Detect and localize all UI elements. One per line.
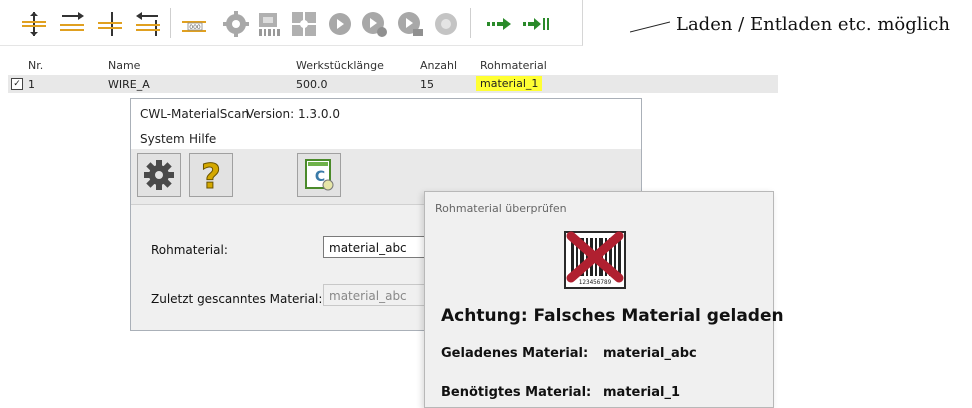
row-name: WIRE_A: [108, 78, 150, 91]
header-nr[interactable]: Nr.: [28, 59, 43, 72]
row-nr: 1: [28, 78, 35, 91]
step-disabled-icon[interactable]: [326, 10, 354, 38]
scan-disabled-icon[interactable]: [256, 10, 284, 38]
row-material: material_1: [476, 76, 543, 91]
question-icon: ?: [201, 157, 222, 197]
scan-config-icon: C: [305, 159, 334, 191]
required-material-value: material_1: [603, 385, 680, 400]
help-button[interactable]: ?: [189, 153, 233, 197]
job-table: Nr. Name Werkstücklänge Anzahl Rohmateri…: [8, 56, 778, 94]
main-toolbar: 000: [0, 0, 583, 46]
header-count[interactable]: Anzahl: [420, 59, 457, 72]
measure-label: 000: [189, 24, 201, 31]
gear-icon: [144, 160, 174, 190]
help-glyph: ?: [201, 157, 221, 196]
menu-bar: System Hilfe: [131, 129, 641, 149]
menu-hilfe[interactable]: Hilfe: [189, 132, 216, 146]
row-length: 500.0: [296, 78, 328, 91]
record-disabled-icon[interactable]: [432, 10, 460, 38]
step-next-disabled-icon[interactable]: [360, 10, 388, 38]
wrong-barcode-icon: 123456789: [564, 231, 626, 289]
loaded-material-label: Geladenes Material:: [441, 346, 589, 361]
rohmaterial-label: Rohmaterial:: [151, 243, 228, 257]
popup-title: Rohmaterial überprüfen: [435, 202, 567, 215]
settings-button[interactable]: [137, 153, 181, 197]
barcode-digits: 123456789: [579, 279, 612, 286]
insert-above-icon[interactable]: [20, 10, 48, 38]
header-name[interactable]: Name: [108, 59, 140, 72]
forward-end-icon[interactable]: [522, 10, 550, 38]
last-scanned-label: Zuletzt gescanntes Material:: [151, 292, 323, 306]
material-check-popup: Rohmaterial überprüfen 123456789 Achtung…: [424, 191, 784, 408]
split-icon[interactable]: [96, 10, 124, 38]
step-last-disabled-icon[interactable]: [396, 10, 424, 38]
expand-disabled-icon[interactable]: [290, 10, 318, 38]
forward-icon[interactable]: [486, 10, 514, 38]
window-title: CWL-MaterialScan: [140, 107, 249, 121]
row-checkbox[interactable]: ✓: [11, 78, 23, 90]
header-length[interactable]: Werkstücklänge: [296, 59, 384, 72]
table-row[interactable]: ✓ 1 WIRE_A 500.0 15 material_1: [8, 75, 778, 93]
annotation-text: Laden / Entladen etc. möglich: [676, 14, 950, 35]
window-version: Version: 1.3.0.0: [246, 107, 340, 121]
row-count: 15: [420, 78, 434, 91]
rohmaterial-input[interactable]: material_abc: [323, 236, 435, 258]
loaded-material-value: material_abc: [603, 346, 697, 361]
last-scanned-input: material_abc: [323, 284, 435, 306]
gear-disabled-icon[interactable]: [222, 10, 250, 38]
menu-system[interactable]: System: [140, 132, 185, 146]
scan-config-button[interactable]: C: [297, 153, 341, 197]
annotation-leader-line: [630, 21, 670, 33]
required-material-label: Benötigtes Material:: [441, 385, 592, 400]
popup-warning-message: Achtung: Falsches Material geladen: [441, 306, 784, 326]
insert-below-icon[interactable]: [58, 10, 86, 38]
measure-icon[interactable]: 000: [180, 10, 208, 38]
move-icon[interactable]: [134, 10, 162, 38]
header-material[interactable]: Rohmaterial: [480, 59, 547, 72]
window-titlebar[interactable]: CWL-MaterialScan Version: 1.3.0.0: [131, 99, 641, 129]
